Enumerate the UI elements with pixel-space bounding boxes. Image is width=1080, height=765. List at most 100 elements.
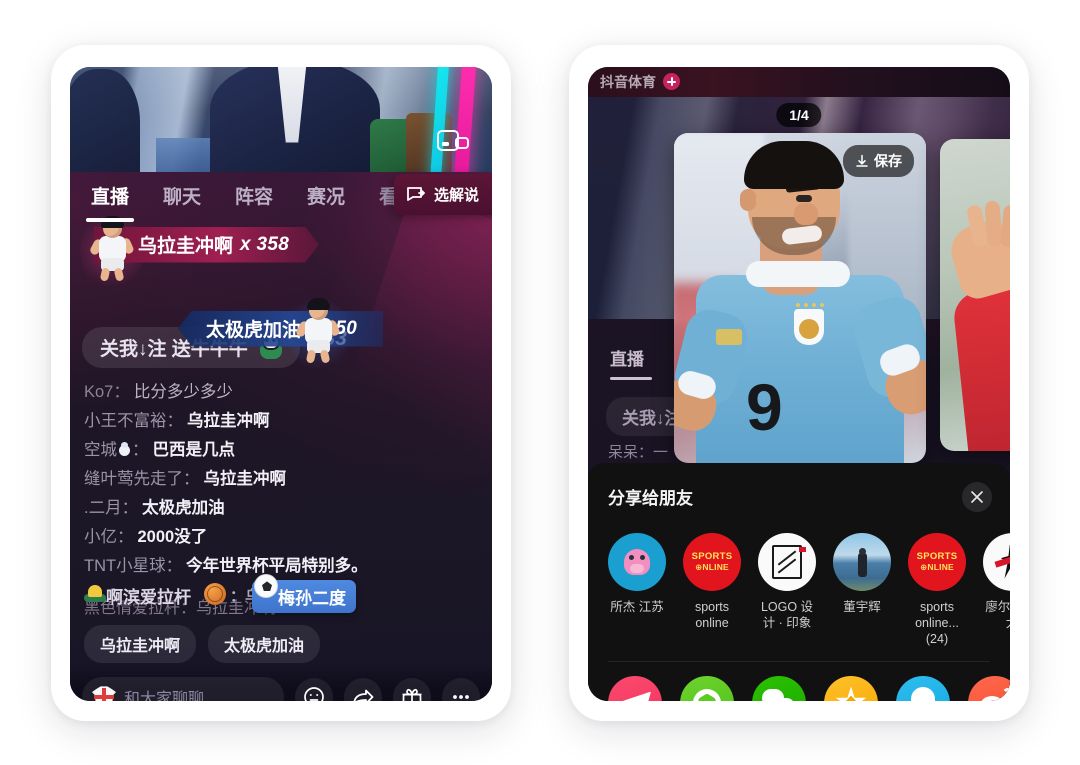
chat-text: 巴西是几点 (152, 440, 236, 459)
share-preview-stage: 1/4 直播 关我↓注 呆呆：一 9 保存 分享给朋友 所杰 江苏 SPORTS… (588, 96, 1010, 701)
share-contact-name: 廖尔愿 计大 (985, 599, 1010, 630)
chat-message: 空城 ：巴西是几点 (84, 440, 492, 460)
close-icon[interactable] (962, 481, 992, 512)
hippo-avatar (608, 532, 666, 591)
chat-text: 今年世界杯平局特别多。 (186, 557, 368, 576)
chat-message: .二月： 太极虎加油 (84, 498, 492, 518)
chat-author: 小王不富裕： (84, 411, 183, 430)
share-sheet-title: 分享给朋友 (608, 489, 693, 508)
tab-lineup[interactable]: 阵容 (218, 182, 290, 209)
chat-author: Ko7： (84, 382, 130, 401)
live-video-player[interactable] (70, 66, 492, 172)
qzone-star-icon[interactable] (824, 675, 878, 701)
chat-text: 乌拉圭冲啊 (187, 411, 270, 430)
share-contact[interactable]: 董宇辉 (833, 532, 891, 647)
commentary-switch-icon (407, 187, 426, 201)
left-phone-screen: 直播 聊天 阵容 赛况 看 选解说 乌拉圭冲啊 x 358 太极虎加油 350 … (70, 66, 492, 701)
chat-message: 小王不富裕： 乌拉圭冲啊 (84, 411, 492, 431)
download-icon (856, 154, 868, 167)
left-phone-card: 直播 聊天 阵容 赛况 看 选解说 乌拉圭冲啊 x 358 太极虎加油 350 … (51, 44, 511, 721)
chat-text: 2000没了 (137, 528, 208, 547)
hat-icon (84, 585, 106, 605)
chat-text: 比分多少多少 (133, 382, 233, 401)
picture-in-picture-icon[interactable] (436, 128, 470, 154)
share-arrow-icon[interactable] (344, 678, 382, 701)
sports-online-avatar: SPORTS ⊕NLINE (683, 532, 741, 591)
share-contact[interactable]: 廖尔愿 计大 (983, 532, 1010, 647)
emoji-smile-icon[interactable] (295, 678, 333, 701)
chat-message-list[interactable]: Ko7： 比分多少多少 小王不富裕： 乌拉圭冲啊 空城：巴西是几点 缝叶莺先走了：乌… (70, 368, 492, 617)
share-contact-name: 所杰 江苏 (610, 599, 664, 614)
save-image-button[interactable]: 保存 (843, 144, 914, 177)
soccer-ball-icon (254, 574, 278, 599)
share-contact-list: 所杰 江苏 SPORTS ⊕NLINE sports online LOGO 设计… (588, 515, 1010, 647)
chat-author: 空城 (84, 440, 117, 459)
runner-avatar (983, 532, 1010, 591)
gift-banner-row-1: 乌拉圭冲啊 x 358 (70, 210, 492, 291)
share-contact-name: sports online...(24) (915, 599, 959, 646)
photo-avatar (833, 532, 891, 591)
plus-badge-icon[interactable] (663, 73, 680, 90)
chat-input-bar: 和大家聊聊... (70, 663, 492, 701)
carousel-page-indicator: 1/4 (776, 102, 822, 127)
chat-message: 缝叶莺先走了： 乌拉圭冲啊 (84, 469, 492, 489)
live-interaction-panel: 直播 聊天 阵容 赛况 看 选解说 乌拉圭冲啊 x 358 太极虎加油 350 … (70, 171, 492, 701)
image-carousel[interactable]: 9 保存 (588, 132, 1010, 463)
share-sheet-header: 分享给朋友 (588, 479, 1010, 515)
share-sheet: 分享给朋友 所杰 江苏 SPORTS ⊕NLINE sports online … (588, 462, 1010, 701)
share-contact[interactable]: SPORTS ⊕NLINE sports online (683, 532, 741, 647)
tab-bar: 直播 聊天 阵容 赛况 看 选解说 (70, 172, 492, 215)
gift-banner-count: x 358 (240, 233, 290, 255)
chat-input-placeholder: 和大家聊聊... (124, 691, 218, 701)
more-dots-icon[interactable] (442, 678, 480, 701)
aperture-icon[interactable] (680, 675, 734, 701)
right-phone-card: 抖音体育 1/4 直播 关我↓注 呆呆：一 9 保存 分享给朋友 所杰 江苏 S… (569, 44, 1029, 721)
save-image-label: 保存 (874, 152, 902, 169)
carousel-slide-next[interactable] (940, 138, 1010, 451)
channel-name: 抖音体育 (600, 73, 656, 90)
share-app-list (588, 662, 1010, 701)
chat-message-front: 啊滨爱拉杆 (106, 588, 191, 608)
share-contact-name: 董宇辉 (843, 599, 881, 614)
share-contact-name: LOGO 设计 · 印象 (760, 599, 814, 630)
weibo-eye-icon[interactable] (968, 675, 1010, 701)
chat-highlight-text: 梅孙二度 (278, 589, 346, 609)
chat-author: 缝叶莺先走了： (84, 469, 200, 488)
chat-author: TNT小星球： (84, 557, 183, 576)
tab-chat[interactable]: 聊天 (146, 182, 218, 209)
tab-live[interactable]: 直播 (74, 182, 146, 209)
commentary-select-button[interactable]: 选解说 (393, 173, 492, 215)
gift-banner-stack: 乌拉圭冲啊 x 358 太极虎加油 350 (70, 209, 492, 373)
jersey-number: 9 (746, 369, 783, 444)
share-contact[interactable]: SPORTS ⊕NLINE sports online...(24) (908, 532, 966, 647)
telegram-plane-icon[interactable] (608, 675, 662, 701)
tab-match[interactable]: 赛况 (290, 182, 362, 209)
share-contact-name: sports online (694, 599, 730, 630)
chat-message: 小亿： 2000没了 (84, 527, 492, 547)
screenshot-root: 直播 聊天 阵容 赛况 看 选解说 乌拉圭冲啊 x 358 太极虎加油 350 … (0, 0, 1080, 765)
chat-author: .二月： (84, 499, 139, 517)
gift-banner[interactable]: 太极虎加油 x 350 (178, 310, 384, 347)
chat-author: 小亿： (84, 528, 134, 547)
gift-box-icon[interactable] (393, 678, 431, 701)
chat-text: 乌拉圭冲啊 (203, 469, 287, 488)
quick-reply-chip[interactable]: 太极虎加油 (208, 625, 321, 664)
jersey-icon (92, 686, 116, 701)
commentary-select-label: 选解说 (433, 186, 479, 204)
sports-online-avatar: SPORTS ⊕NLINE (908, 532, 966, 591)
gift-banner-text: 太极虎加油 (206, 320, 302, 341)
wechat-icon[interactable] (752, 675, 806, 701)
chat-author-suffix: ： (132, 440, 149, 459)
quick-reply-chip[interactable]: 乌拉圭冲啊 (84, 625, 197, 664)
share-contact[interactable]: LOGO 设计 · 印象 (758, 532, 816, 647)
chat-message-highlight: 梅孙二度 (252, 574, 356, 614)
carousel-slide-main[interactable]: 9 保存 (674, 132, 926, 463)
chat-input-field[interactable]: 和大家聊聊... (82, 677, 284, 701)
chat-message: TNT小星球： 今年世界杯平局特别多。 (84, 556, 492, 576)
qq-penguin-icon[interactable] (896, 675, 950, 701)
video-person-left (70, 68, 140, 172)
channel-header: 抖音体育 (588, 66, 1010, 97)
logo-design-avatar (758, 532, 816, 591)
gift-runner-avatar-icon (294, 297, 341, 365)
share-contact[interactable]: 所杰 江苏 (608, 532, 666, 647)
